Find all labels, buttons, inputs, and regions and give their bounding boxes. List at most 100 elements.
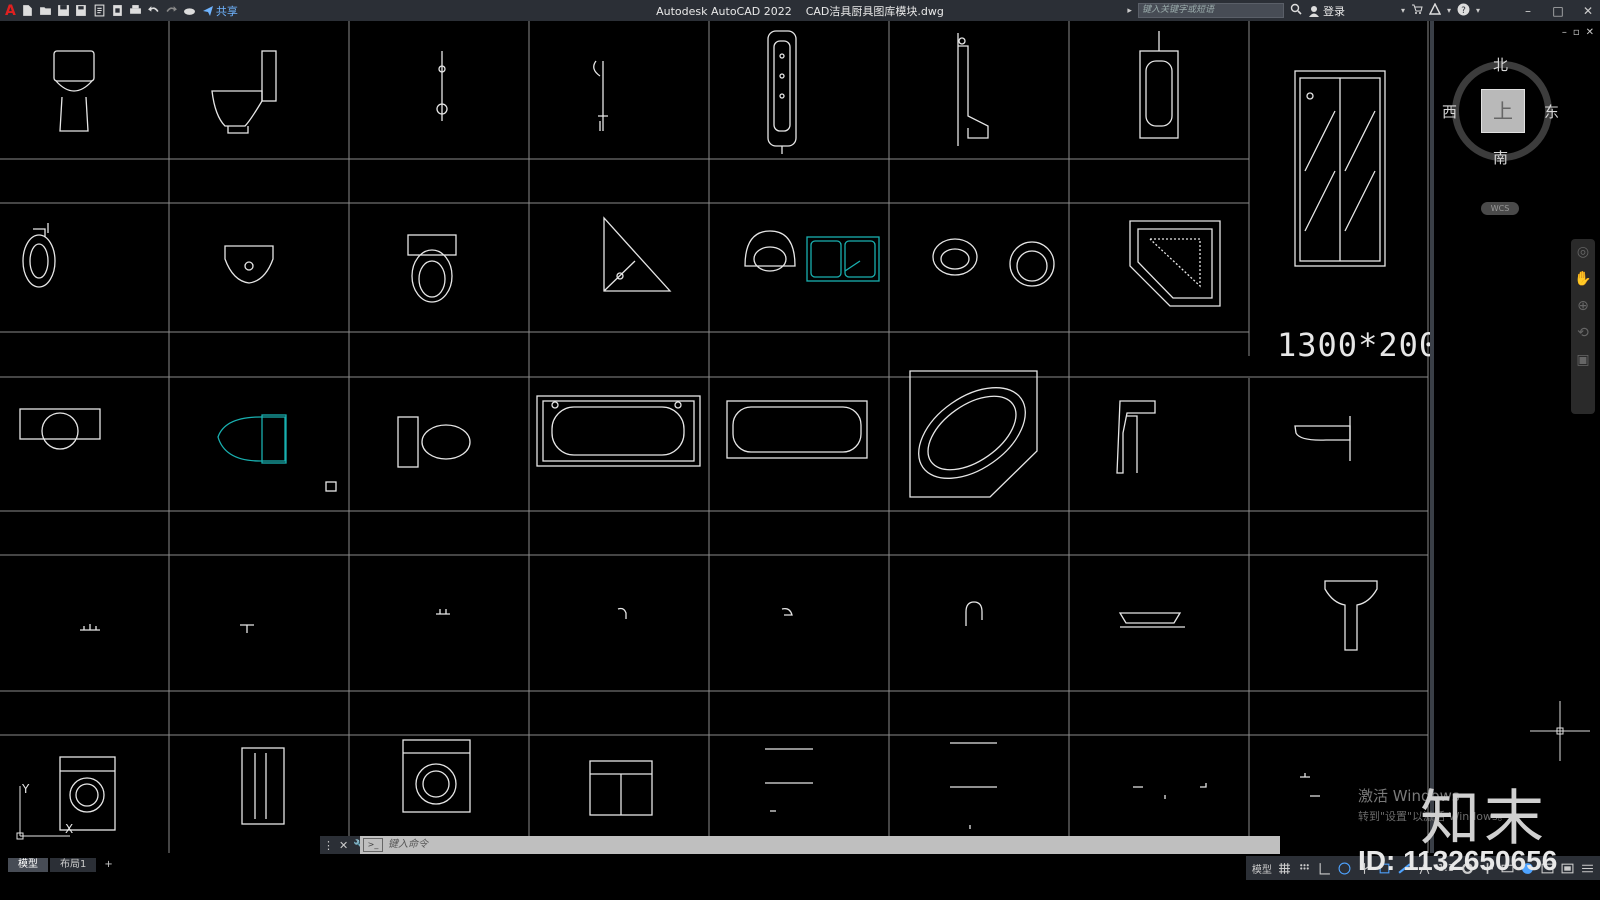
grip-handle-icon[interactable]: ⋮	[323, 839, 334, 852]
share-button[interactable]: 共享	[202, 3, 238, 19]
add-layout-button[interactable]: +	[98, 858, 118, 872]
towel-rack-symbol	[765, 748, 813, 812]
clean-screen-icon[interactable]	[1560, 861, 1574, 875]
a360-dropdown-icon[interactable]: ▾	[1447, 6, 1451, 15]
dimension-label: 1300*2000	[1277, 326, 1430, 364]
towel-bar-symbol	[950, 742, 997, 829]
help-dropdown-icon[interactable]: ▾	[1476, 6, 1480, 15]
ucs-y-label: Y	[21, 782, 30, 796]
workspace-icon[interactable]	[182, 3, 197, 18]
toilet-front-symbol	[53, 50, 95, 132]
share-icon	[202, 5, 213, 16]
command-input[interactable]: >_ 键入命令	[360, 836, 1280, 854]
crosshair-cursor	[1530, 701, 1590, 761]
tab-layout1[interactable]: 布局1	[50, 858, 97, 872]
toilet-side-symbol	[211, 50, 277, 134]
autodesk-a360-icon[interactable]	[1428, 2, 1442, 18]
plot-icon[interactable]	[92, 3, 107, 18]
urinal-side-symbol	[957, 33, 989, 146]
toilet-top-symbol	[407, 234, 457, 303]
login-button[interactable]: 登录	[1308, 3, 1345, 19]
steering-wheel-icon[interactable]: ◎	[1571, 239, 1595, 266]
grip-icon[interactable]	[325, 481, 337, 492]
search-icon[interactable]	[1290, 3, 1302, 18]
tap-symbol	[1300, 773, 1320, 797]
bathtub-jacuzzi-symbol	[536, 395, 701, 467]
pedestal-basin-side-symbol	[1116, 400, 1156, 474]
shower-panel-symbol	[767, 30, 797, 154]
tab-model[interactable]: 模型	[8, 858, 48, 872]
viewport-close-icon[interactable]: ✕	[1586, 27, 1594, 38]
faucet-gooseneck-symbol	[965, 601, 983, 626]
publish-icon[interactable]	[110, 3, 125, 18]
wall-basin-side-symbol	[1294, 416, 1351, 461]
soap-dish-symbol	[1118, 612, 1185, 628]
grid-lines	[0, 21, 1429, 853]
zoom-icon[interactable]: ⊕	[1571, 293, 1595, 320]
compass-west[interactable]: 西	[1442, 101, 1457, 122]
showmotion-icon[interactable]: ▣	[1571, 347, 1595, 374]
corner-shower-tray-symbol	[1129, 220, 1221, 307]
help-icon[interactable]: ?	[1457, 3, 1470, 19]
shower-rail-symbol	[436, 51, 448, 121]
viewcube-face[interactable]: 上	[1481, 89, 1525, 133]
app-logo-button[interactable]: A	[5, 3, 16, 19]
corner-shower-symbol	[603, 216, 672, 292]
share-label: 共享	[215, 4, 238, 18]
print-icon[interactable]	[128, 3, 143, 18]
ortho-icon[interactable]	[1318, 861, 1332, 875]
account-dropdown-icon[interactable]: ▾	[1401, 6, 1405, 15]
polar-icon[interactable]	[1338, 861, 1352, 875]
drawing-canvas[interactable]: Y X 1300*2000	[0, 21, 1430, 853]
command-close-icon[interactable]: ✕	[339, 839, 348, 852]
toilet-highlighted-symbol	[217, 414, 287, 464]
save-icon[interactable]	[56, 3, 71, 18]
shower-enclosure-symbol	[1294, 70, 1386, 267]
save-as-icon[interactable]	[74, 3, 89, 18]
faucet-5-symbol	[781, 607, 793, 616]
viewport-restore-icon[interactable]: ▫	[1573, 27, 1580, 38]
new-icon[interactable]	[20, 3, 35, 18]
redo-icon[interactable]	[164, 3, 179, 18]
navigation-bar: ◎ ✋ ⊕ ⟲ ▣	[1571, 239, 1595, 414]
basin-round-symbol	[932, 238, 1055, 287]
znzmo-id-watermark: ID: 1132650656	[1358, 845, 1558, 876]
open-icon[interactable]	[38, 3, 53, 18]
pedestal-basin-front-symbol	[1324, 580, 1378, 651]
search-expand-icon[interactable]: ▸	[1127, 6, 1132, 16]
compass-north[interactable]: 北	[1493, 54, 1508, 75]
orbit-icon[interactable]: ⟲	[1571, 320, 1595, 347]
viewport-minimize-icon[interactable]: –	[1562, 27, 1567, 38]
snap-icon[interactable]	[1298, 861, 1312, 875]
maximize-button[interactable]: □	[1546, 4, 1570, 18]
document-name: CAD洁具厨具图库模块.dwg	[805, 5, 944, 18]
cabinet-symbol	[589, 760, 653, 816]
minimize-button[interactable]: –	[1516, 4, 1540, 18]
search-input[interactable]: 键入关键字或短语	[1137, 3, 1284, 18]
squat-toilet-symbol	[22, 223, 56, 288]
pan-icon[interactable]: ✋	[1571, 266, 1595, 293]
faucet-3-symbol	[436, 609, 450, 615]
compass-east[interactable]: 东	[1544, 101, 1559, 122]
customization-menu-icon[interactable]	[1580, 861, 1594, 875]
cart-icon[interactable]	[1411, 3, 1423, 18]
znzmo-logo-watermark: 知末	[1420, 784, 1548, 854]
login-label: 登录	[1322, 4, 1345, 18]
faucet-1-symbol	[80, 624, 100, 631]
undo-icon[interactable]	[146, 3, 161, 18]
basin-oval-symbol	[744, 230, 796, 272]
command-line-handle[interactable]: ⋮ ✕ 🔧	[320, 836, 367, 854]
bathtub-symbol	[726, 400, 868, 459]
shower-set-symbol	[593, 60, 608, 131]
model-space-button[interactable]: 模型	[1252, 861, 1272, 876]
washing-machine-symbol	[402, 739, 471, 813]
grid-icon[interactable]	[1278, 861, 1292, 875]
wcs-menu-button[interactable]: WCS	[1481, 202, 1519, 215]
command-history-icon[interactable]: >_	[363, 838, 383, 852]
close-button[interactable]: ✕	[1576, 4, 1600, 18]
washing-machine-front-symbol	[59, 756, 116, 831]
compass-south[interactable]: 南	[1493, 147, 1508, 168]
command-placeholder: 键入命令	[388, 839, 428, 850]
user-icon	[1308, 5, 1319, 17]
quick-access-toolbar: 共享	[20, 3, 238, 19]
